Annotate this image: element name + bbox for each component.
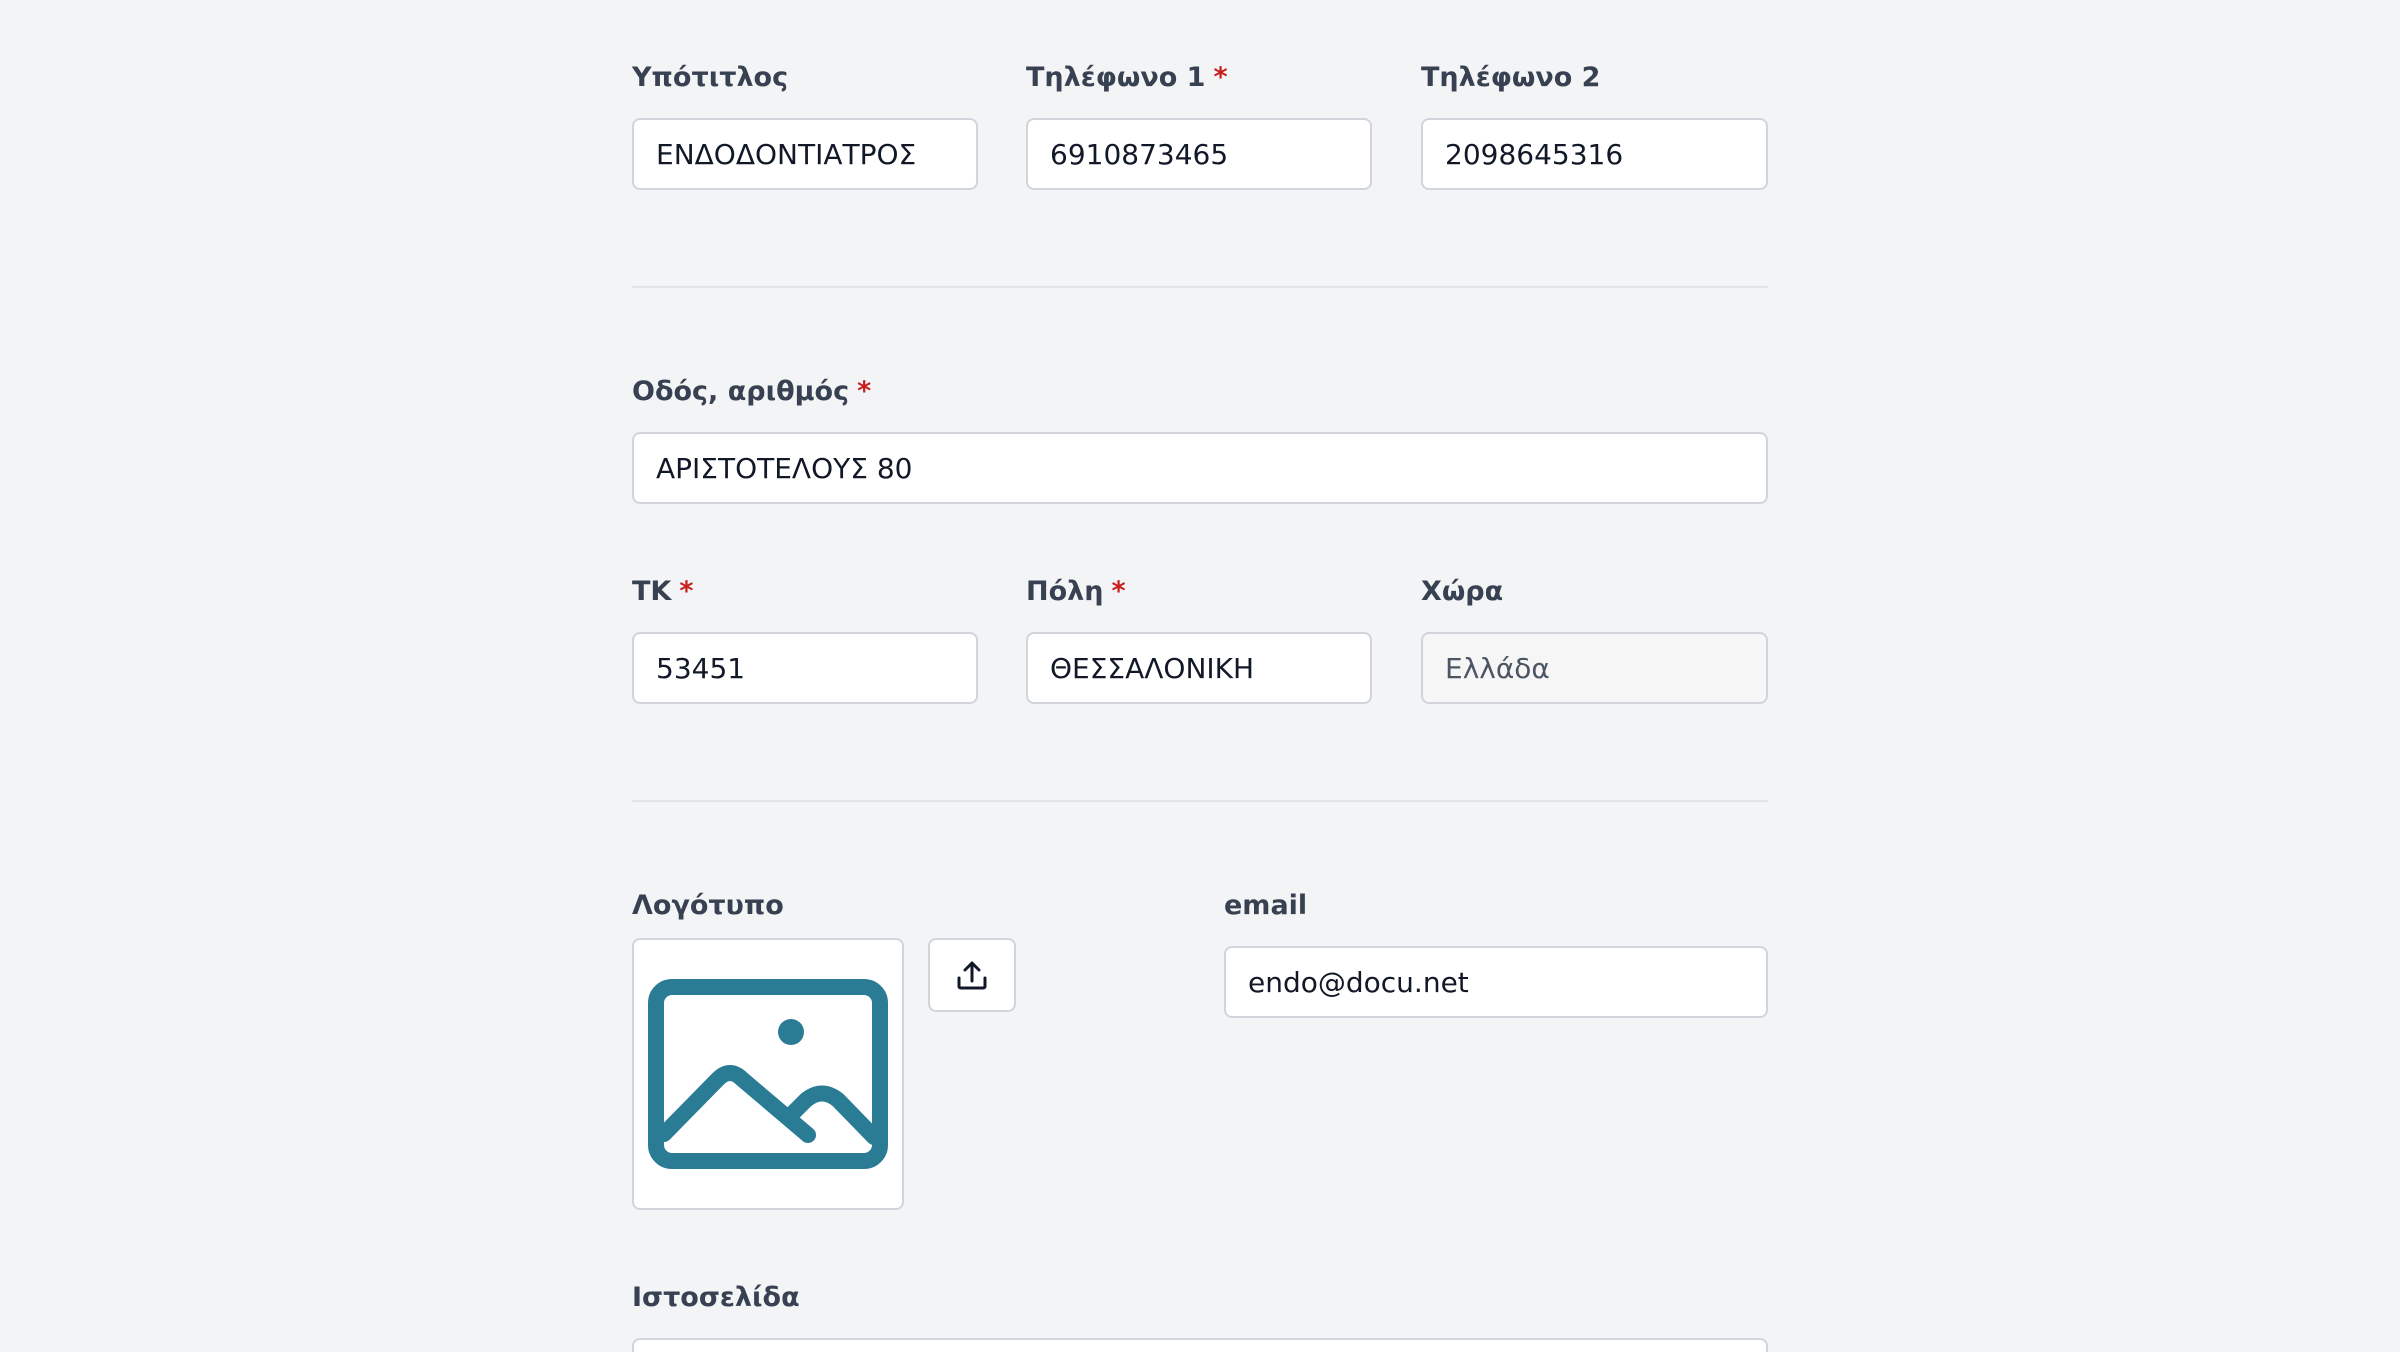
subtitle-label: Υπότιτλος <box>632 62 789 93</box>
required-asterisk: * <box>1111 576 1126 607</box>
email-label: email <box>1224 890 1308 921</box>
country-label: Χώρα <box>1421 576 1504 607</box>
section-divider <box>632 286 1768 288</box>
required-asterisk: * <box>1213 62 1228 93</box>
logo-preview <box>632 938 904 1210</box>
phone2-label: Τηλέφωνο 2 <box>1421 62 1601 93</box>
phone1-label: Τηλέφωνο 1 * <box>1026 62 1228 93</box>
postal-code-input[interactable] <box>632 632 978 704</box>
image-placeholder-icon <box>648 979 888 1169</box>
street-input[interactable] <box>632 432 1768 504</box>
postal-code-label: ΤΚ * <box>632 576 694 607</box>
phone1-input[interactable] <box>1026 118 1372 190</box>
email-input[interactable] <box>1224 946 1768 1018</box>
phone2-input[interactable] <box>1421 118 1768 190</box>
section-divider <box>632 800 1768 802</box>
website-input[interactable] <box>632 1338 1768 1352</box>
street-label: Οδός, αριθμός * <box>632 376 872 407</box>
website-label: Ιστοσελίδα <box>632 1282 800 1313</box>
subtitle-input[interactable] <box>632 118 978 190</box>
required-asterisk: * <box>857 376 872 407</box>
country-input <box>1421 632 1768 704</box>
upload-icon <box>957 961 987 990</box>
upload-logo-button[interactable] <box>928 938 1016 1012</box>
company-details-form: Υπότιτλος Τηλέφωνο 1* Τηλέφωνο 2 Οδός, α… <box>0 0 2400 1352</box>
logo-label: Λογότυπο <box>632 890 784 921</box>
city-label: Πόλη * <box>1026 576 1126 607</box>
city-input[interactable] <box>1026 632 1372 704</box>
required-asterisk: * <box>679 576 694 607</box>
